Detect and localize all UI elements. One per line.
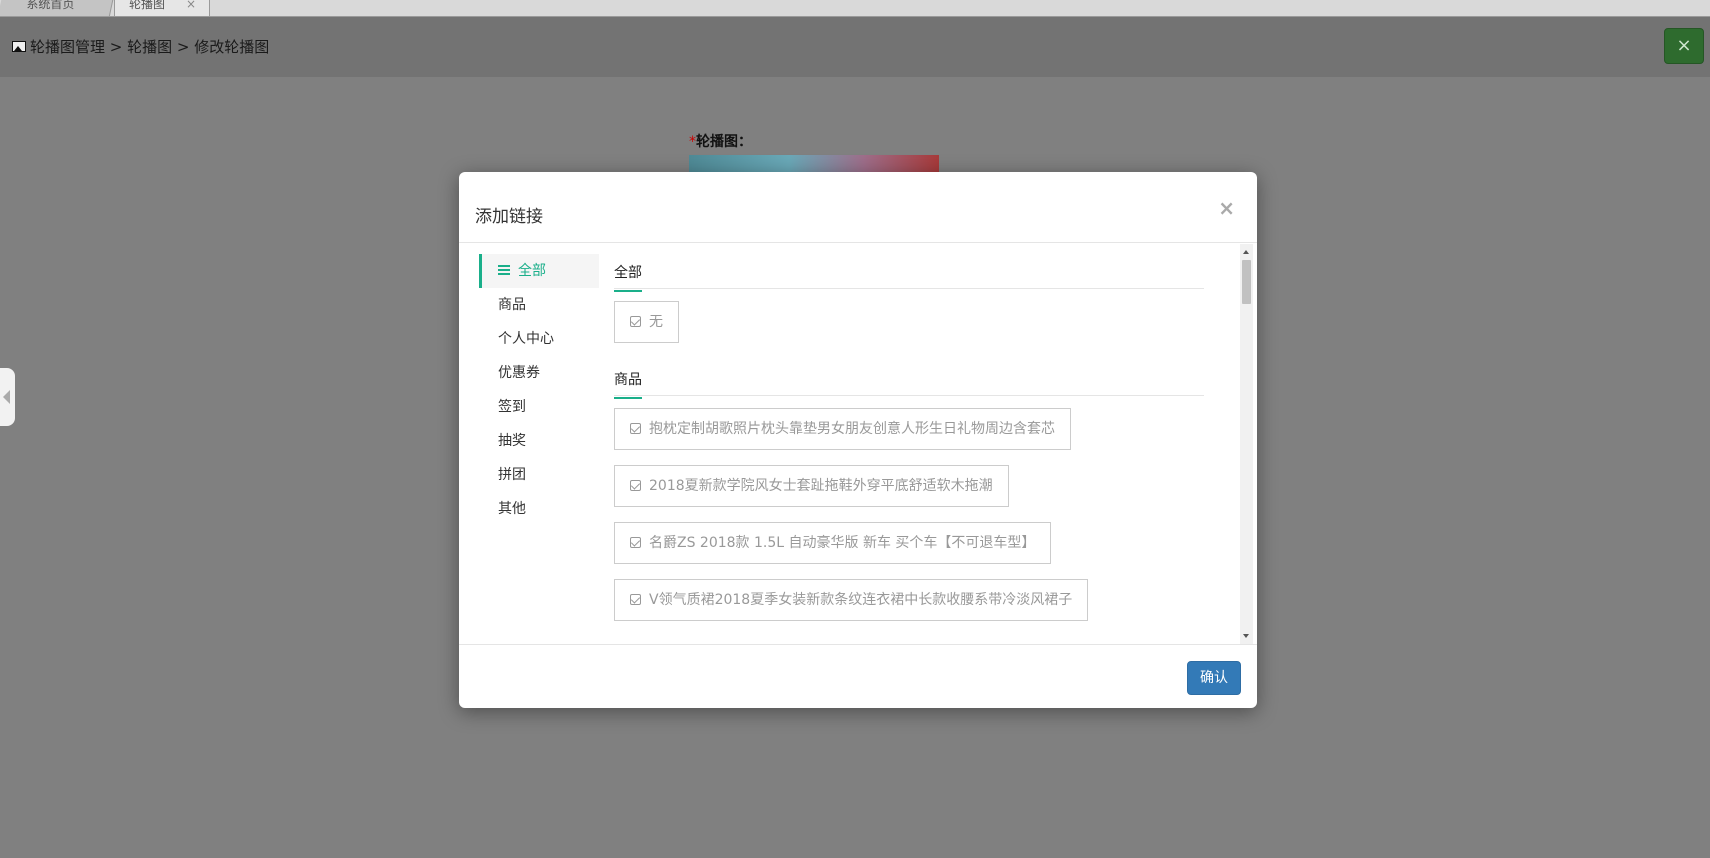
carousel-image-preview: [689, 155, 939, 173]
check-square-icon: [630, 315, 641, 327]
category-nav: 全部 商品 个人中心 优惠券 签到 抽奖 拼团 其他: [479, 254, 599, 526]
scroll-up-arrow-icon[interactable]: [1243, 250, 1249, 254]
category-item-all[interactable]: 全部: [479, 254, 599, 288]
link-item-label: 无: [649, 314, 663, 330]
link-item-label: 2018夏新款学院风女士套趾拖鞋外穿平底舒适软木拖潮: [649, 478, 993, 494]
category-item-other[interactable]: 其他: [479, 492, 599, 526]
modal-title: 添加链接: [475, 207, 543, 227]
section-all: 全部 无: [614, 254, 1204, 343]
add-link-modal: 添加链接 × 全部 商品 个人中心 优惠券 签到 抽奖 拼团 其他 全部 无 商…: [459, 172, 1257, 708]
link-item-label: 名爵ZS 2018款 1.5L 自动豪华版 新车 买个车【不可退车型】: [649, 535, 1036, 551]
scroll-down-arrow-icon[interactable]: [1243, 634, 1249, 638]
tab-home-label: 系统首页: [26, 0, 75, 11]
tab-bar: 系统首页 轮播图 ×: [0, 0, 1710, 17]
check-square-icon: [630, 536, 641, 548]
section-header: 全部: [614, 254, 1204, 292]
carousel-image-label: *轮播图：: [689, 131, 752, 151]
category-item-coupon[interactable]: 优惠券: [479, 356, 599, 390]
tab-carousel-label: 轮播图: [129, 0, 166, 11]
link-item[interactable]: 抱枕定制胡歌照片枕头靠垫男女朋友创意人形生日礼物周边含套芯: [614, 408, 1071, 450]
category-item-user-center[interactable]: 个人中心: [479, 322, 599, 356]
link-content: 全部 无 商品 抱枕定制胡歌照片枕头靠垫男女朋友创意人形生日礼物周边含套芯 20…: [614, 254, 1204, 639]
modal-close-icon[interactable]: ×: [1218, 196, 1235, 220]
close-page-button[interactable]: ×: [1664, 28, 1704, 64]
modal-scrollbar[interactable]: [1240, 244, 1253, 644]
link-item-label: V领气质裙2018夏季女装新款条纹连衣裙中长款收腰系带冷淡风裙子: [649, 592, 1073, 608]
modal-header: 添加链接 ×: [459, 172, 1257, 243]
link-item[interactable]: 2018夏新款学院风女士套趾拖鞋外穿平底舒适软木拖潮: [614, 465, 1009, 507]
check-square-icon: [630, 479, 641, 491]
menu-icon: [498, 265, 510, 275]
link-item-label: 抱枕定制胡歌照片枕头靠垫男女朋友创意人形生日礼物周边含套芯: [649, 421, 1055, 437]
required-mark: *: [689, 134, 696, 150]
tab-home[interactable]: 系统首页: [0, 0, 115, 16]
category-item-group-buy[interactable]: 拼团: [479, 458, 599, 492]
category-item-lottery[interactable]: 抽奖: [479, 424, 599, 458]
category-item-signin[interactable]: 签到: [479, 390, 599, 424]
tab-carousel[interactable]: 轮播图 ×: [114, 0, 210, 16]
section-title: 全部: [614, 262, 642, 292]
link-item[interactable]: V领气质裙2018夏季女装新款条纹连衣裙中长款收腰系带冷淡风裙子: [614, 579, 1089, 621]
section-title: 商品: [614, 369, 642, 399]
breadcrumb: 轮播图管理 > 轮播图 > 修改轮播图: [12, 36, 269, 57]
category-item-label: 全部: [518, 263, 546, 279]
check-square-icon: [630, 593, 641, 605]
link-item[interactable]: 名爵ZS 2018款 1.5L 自动豪华版 新车 买个车【不可退车型】: [614, 522, 1052, 564]
breadcrumb-bar: 轮播图管理 > 轮播图 > 修改轮播图: [0, 17, 1710, 77]
image-icon: [12, 41, 26, 52]
tab-close-icon[interactable]: ×: [186, 0, 196, 12]
breadcrumb-text: 轮播图管理 > 轮播图 > 修改轮播图: [30, 38, 270, 56]
check-square-icon: [630, 422, 641, 434]
modal-footer: 确认: [459, 644, 1257, 708]
carousel-image-label-text: 轮播图：: [696, 134, 752, 150]
link-item[interactable]: 无: [614, 301, 679, 343]
section-header: 商品: [614, 361, 1204, 399]
confirm-button[interactable]: 确认: [1187, 661, 1241, 695]
section-goods: 商品 抱枕定制胡歌照片枕头靠垫男女朋友创意人形生日礼物周边含套芯 2018夏新款…: [614, 361, 1204, 621]
scroll-thumb[interactable]: [1242, 260, 1251, 304]
sidebar-toggle-handle[interactable]: [0, 368, 15, 426]
modal-body: 全部 商品 个人中心 优惠券 签到 抽奖 拼团 其他 全部 无 商品 抱枕定制胡…: [459, 244, 1257, 644]
category-item-goods[interactable]: 商品: [479, 288, 599, 322]
